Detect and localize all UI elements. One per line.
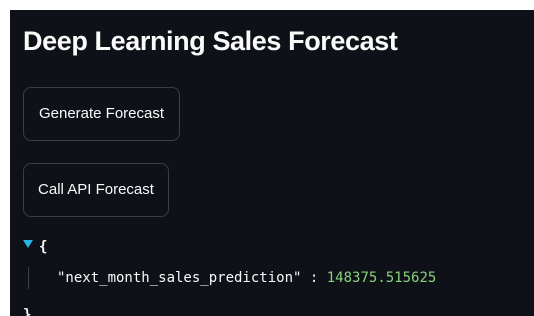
json-open-brace: { (39, 239, 48, 255)
generate-forecast-button[interactable]: Generate Forecast (23, 87, 180, 141)
json-entry: "next_month_sales_prediction" : 148375.5… (28, 267, 523, 289)
json-value: 148375.515625 (326, 270, 437, 286)
call-api-forecast-button[interactable]: Call API Forecast (23, 163, 169, 217)
json-key: "next_month_sales_prediction" (57, 270, 302, 286)
json-viewer: { "next_month_sales_prediction" : 148375… (23, 236, 523, 289)
json-close-brace: } (23, 307, 32, 316)
page-title: Deep Learning Sales Forecast (23, 26, 398, 56)
json-colon: : (309, 270, 319, 286)
caret-down-icon[interactable] (23, 240, 33, 248)
json-open-line: { (23, 236, 523, 258)
app-main: Deep Learning Sales Forecast Generate Fo… (10, 10, 534, 316)
